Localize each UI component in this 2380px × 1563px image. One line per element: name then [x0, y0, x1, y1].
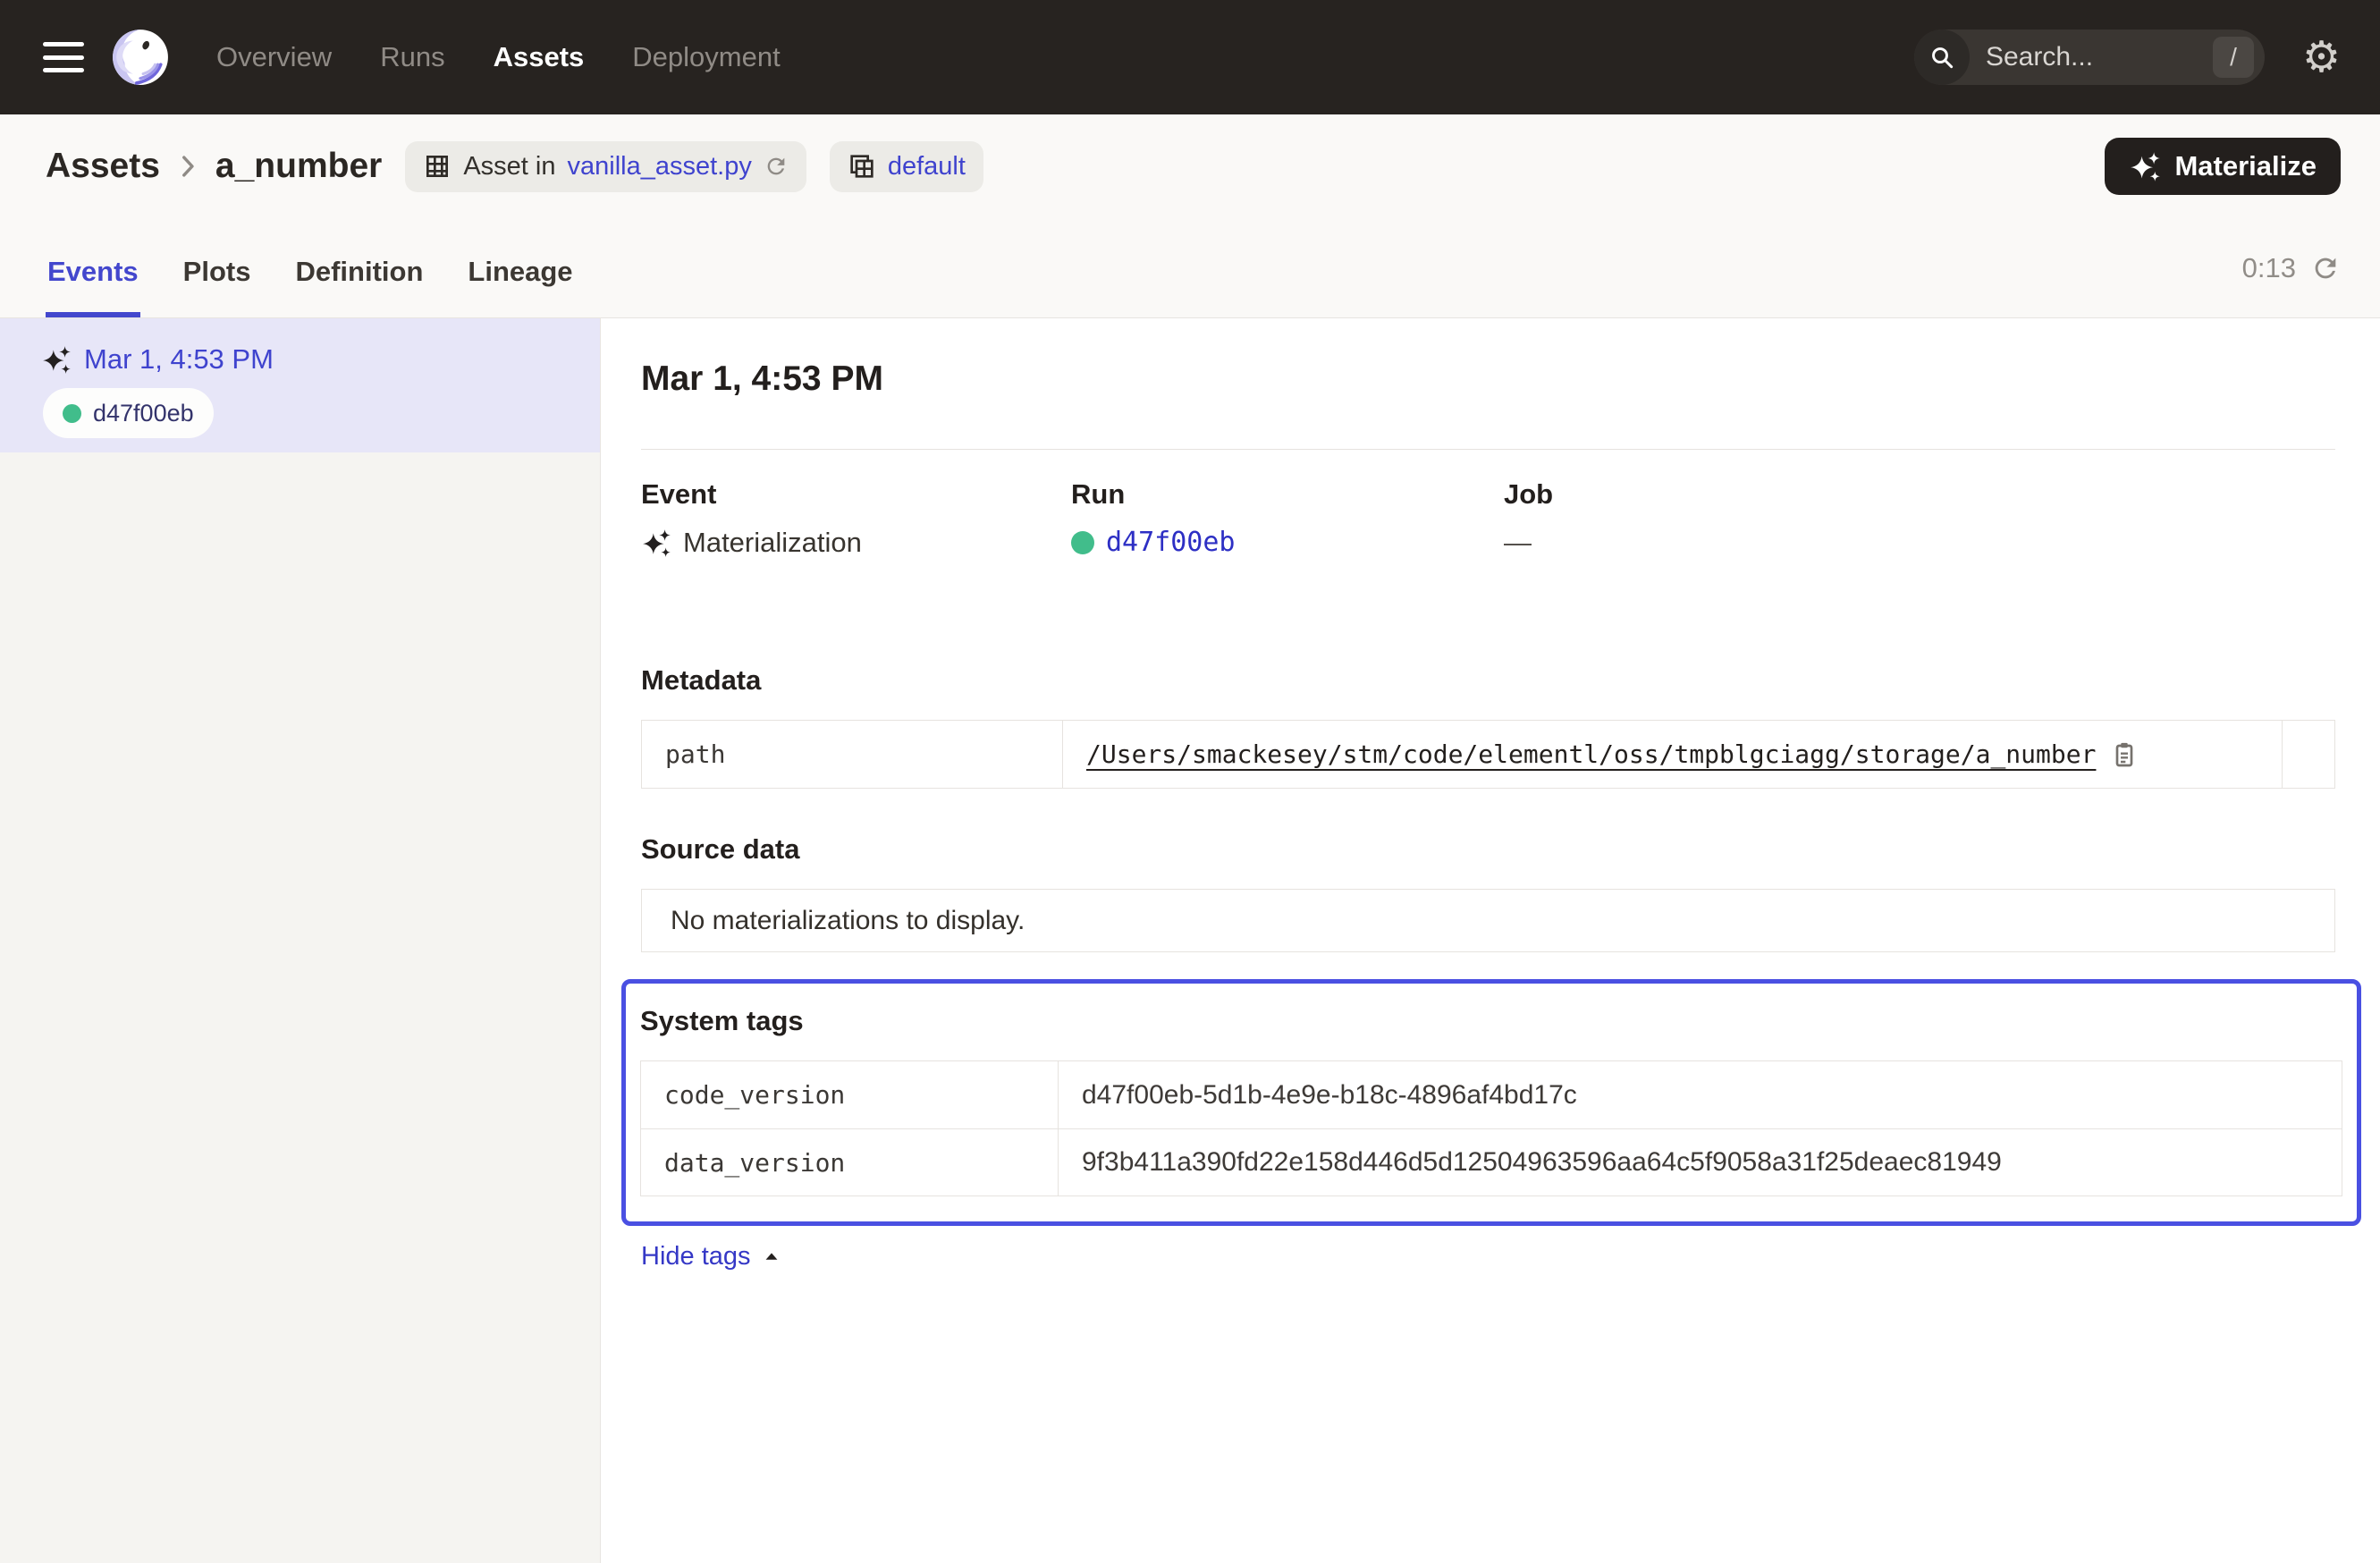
tab-bar: Events Plots Definition Lineage — [46, 218, 575, 317]
content-area: Mar 1, 4:53 PM d47f00eb Mar 1, 4:53 PM E… — [0, 318, 2380, 1563]
caret-up-icon — [762, 1247, 781, 1267]
event-type-value: Materialization — [683, 527, 862, 559]
top-nav-bar: Overview Runs Assets Deployment Search..… — [0, 0, 2380, 114]
event-timestamp[interactable]: Mar 1, 4:53 PM — [84, 343, 274, 376]
materialization-icon — [41, 344, 72, 375]
run-status-dot — [63, 404, 81, 423]
reload-icon[interactable] — [764, 154, 789, 179]
nav-item-assets[interactable]: Assets — [494, 41, 585, 73]
chevron-right-icon — [173, 151, 203, 182]
source-data-empty-state: No materializations to display. — [641, 889, 2335, 952]
event-list-item[interactable]: Mar 1, 4:53 PM d47f00eb — [0, 318, 600, 452]
breadcrumb-assets[interactable]: Assets — [46, 147, 160, 186]
event-summary: Event Materialization Run d47f00eb Job — — [641, 478, 2335, 559]
copy-icon[interactable] — [2110, 740, 2139, 769]
search-placeholder: Search... — [1986, 42, 2093, 72]
divider — [641, 449, 2335, 450]
run-column-label: Run — [1071, 478, 1504, 511]
job-value: — — [1504, 527, 2335, 559]
materialize-button[interactable]: Materialize — [2105, 138, 2341, 195]
breadcrumb-current: a_number — [215, 147, 382, 186]
repo-link[interactable]: default — [888, 152, 966, 182]
table-row: path /Users/smackesey/stm/code/elementl/… — [642, 721, 2334, 788]
tab-definition[interactable]: Definition — [293, 218, 425, 317]
metadata-action-cell — [2282, 721, 2334, 788]
hide-tags-link[interactable]: Hide tags — [641, 1242, 781, 1272]
page-header: Assets a_number Asset in vanilla_asset.p… — [0, 114, 2380, 218]
refresh-countdown: 0:13 — [2242, 252, 2296, 284]
asset-badge-prefix: Asset in — [463, 152, 555, 182]
tab-events[interactable]: Events — [46, 218, 140, 317]
table-row: data_version 9f3b411a390fd22e158d446d5d1… — [641, 1128, 2342, 1195]
event-title: Mar 1, 4:53 PM — [641, 359, 2335, 399]
source-data-section: Source data No materializations to displ… — [641, 833, 2335, 952]
hide-tags-label: Hide tags — [641, 1242, 751, 1272]
top-nav-links: Overview Runs Assets Deployment — [216, 41, 781, 73]
metadata-key: path — [642, 721, 1063, 788]
system-tags-heading: System tags — [640, 1005, 2342, 1037]
tag-value: d47f00eb-5d1b-4e9e-b18c-4896af4bd17c — [1059, 1061, 2342, 1128]
table-row: code_version d47f00eb-5d1b-4e9e-b18c-489… — [641, 1061, 2342, 1128]
materialize-label: Materialize — [2174, 150, 2317, 182]
dagster-logo[interactable] — [111, 28, 170, 87]
nav-item-overview[interactable]: Overview — [216, 41, 332, 73]
search-shortcut-key: / — [2213, 37, 2254, 78]
source-data-heading: Source data — [641, 833, 2335, 866]
system-tags-table: code_version d47f00eb-5d1b-4e9e-b18c-489… — [640, 1060, 2342, 1196]
metadata-section: Metadata path /Users/smackesey/stm/code/… — [641, 664, 2335, 789]
breadcrumb: Assets a_number — [46, 147, 382, 186]
event-details-panel: Mar 1, 4:53 PM Event Materialization Run… — [601, 318, 2380, 1563]
job-column-label: Job — [1504, 478, 2335, 511]
nav-item-deployment[interactable]: Deployment — [632, 41, 780, 73]
run-tag[interactable]: d47f00eb — [43, 388, 214, 438]
source-data-empty-text: No materializations to display. — [671, 906, 1025, 936]
materialization-icon — [641, 528, 671, 558]
repo-badge: default — [830, 141, 983, 192]
tag-value: 9f3b411a390fd22e158d446d5d12504963596aa6… — [1059, 1129, 2342, 1195]
search-icon — [1914, 30, 1970, 85]
tag-key: data_version — [641, 1129, 1059, 1195]
event-column-label: Event — [641, 478, 1071, 511]
tab-lineage[interactable]: Lineage — [466, 218, 574, 317]
metadata-table: path /Users/smackesey/stm/code/elementl/… — [641, 720, 2335, 789]
asset-definition-badge: Asset in vanilla_asset.py — [405, 141, 806, 192]
repo-icon — [848, 152, 876, 181]
refresh-icon[interactable] — [2310, 253, 2341, 283]
run-id: d47f00eb — [93, 400, 194, 427]
system-tags-section: System tags code_version d47f00eb-5d1b-4… — [621, 979, 2361, 1226]
search-input[interactable]: Search... / — [1914, 30, 2265, 85]
nav-item-runs[interactable]: Runs — [380, 41, 444, 73]
menu-icon[interactable] — [43, 42, 84, 72]
app-root: Overview Runs Assets Deployment Search..… — [0, 0, 2380, 1563]
path-link[interactable]: /Users/smackesey/stm/code/elementl/oss/t… — [1086, 739, 2096, 769]
events-sidebar: Mar 1, 4:53 PM d47f00eb — [0, 318, 601, 1563]
run-status-dot — [1071, 531, 1094, 554]
asset-file-link[interactable]: vanilla_asset.py — [568, 152, 752, 182]
metadata-heading: Metadata — [641, 664, 2335, 697]
tab-plots[interactable]: Plots — [181, 218, 253, 317]
refresh-timer: 0:13 — [2242, 218, 2341, 317]
table-grid-icon — [423, 152, 452, 181]
tag-key: code_version — [641, 1061, 1059, 1128]
sparkles-icon — [2129, 150, 2161, 182]
tab-bar-row: Events Plots Definition Lineage 0:13 — [0, 218, 2380, 318]
run-id-link[interactable]: d47f00eb — [1106, 527, 1236, 558]
gear-icon[interactable]: ⚙ — [2302, 36, 2341, 79]
